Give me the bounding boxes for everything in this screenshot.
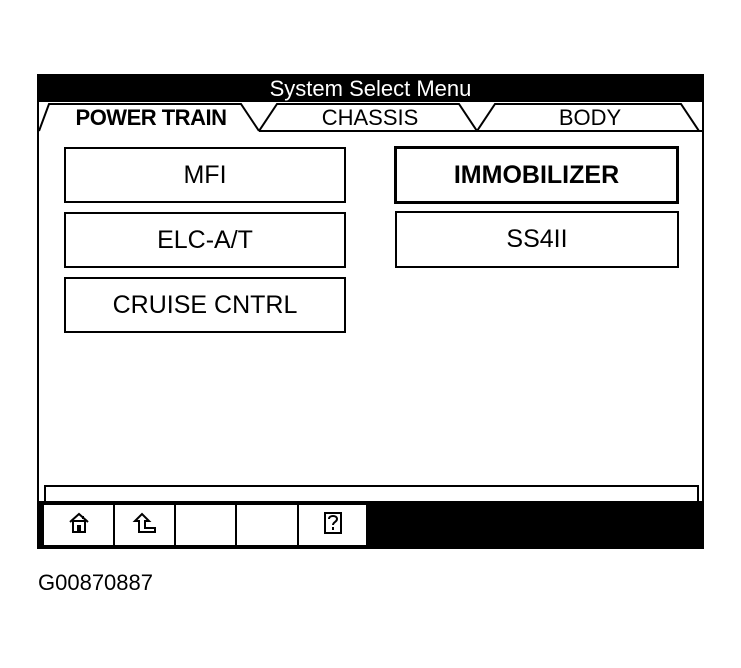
figure-caption: G00870887 (38, 570, 153, 595)
elc-at-button[interactable]: ELC-A/T (64, 212, 346, 268)
return-arrow-icon (132, 511, 158, 540)
function-key-blank-1[interactable] (176, 505, 237, 545)
home-button[interactable] (44, 505, 115, 545)
immobilizer-button[interactable]: IMMOBILIZER (394, 146, 679, 204)
window-title: System Select Menu (39, 76, 702, 102)
help-button[interactable] (299, 505, 366, 545)
tab-chassis[interactable]: CHASSIS (277, 104, 463, 132)
ss4ii-button[interactable]: SS4II (395, 211, 679, 268)
mfi-button[interactable]: MFI (64, 147, 346, 203)
function-key-panel (44, 505, 366, 545)
status-field (44, 485, 699, 501)
tab-power-train[interactable]: POWER TRAIN (53, 104, 249, 132)
function-key-blank-2[interactable] (237, 505, 299, 545)
return-button[interactable] (115, 505, 176, 545)
help-icon (321, 511, 345, 540)
function-key-bar (39, 501, 702, 549)
tab-body[interactable]: BODY (495, 104, 685, 132)
cruise-cntrl-button[interactable]: CRUISE CNTRL (64, 277, 346, 333)
scan-tool-screen: System Select Menu POWER TRAIN CHASSIS B… (37, 74, 704, 549)
home-icon (67, 511, 91, 540)
